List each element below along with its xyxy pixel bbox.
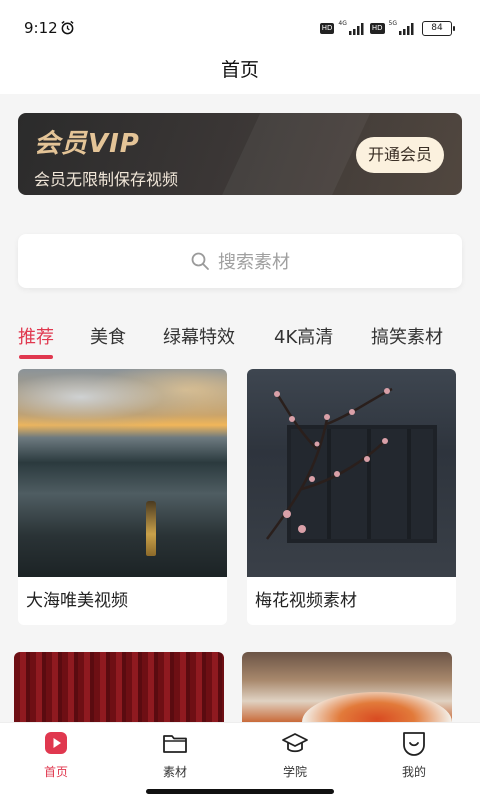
tab-4k[interactable]: 4K高清 — [274, 323, 333, 349]
nav-label: 学院 — [282, 765, 307, 779]
search-icon — [191, 252, 209, 270]
open-membership-button[interactable]: 开通会员 — [356, 137, 444, 173]
home-indicator — [146, 789, 334, 794]
tab-food[interactable]: 美食 — [90, 323, 126, 349]
network-type-label: 5G — [388, 20, 397, 27]
nav-label: 我的 — [401, 765, 426, 779]
signal-icon — [399, 22, 414, 35]
page-title: 首页 — [220, 59, 259, 81]
card-thumbnail — [18, 369, 227, 577]
active-tab-indicator — [19, 355, 53, 359]
nav-label: 首页 — [43, 765, 68, 779]
tab-funny[interactable]: 搞笑素材 — [371, 323, 443, 349]
status-bar: 9:12 HD 4G HD 5G 84 — [0, 0, 480, 50]
nav-label: 素材 — [162, 765, 187, 779]
thumbnail-bottle — [146, 501, 156, 556]
vip-banner[interactable]: 会员VIP 会员无限制保存视频 开通会员 — [18, 113, 462, 195]
card-thumbnail — [247, 369, 456, 577]
thumbnail-plum-branch — [265, 387, 393, 540]
nav-item-materials[interactable]: 素材 — [145, 729, 205, 780]
thumbnail-clouds — [18, 369, 227, 439]
tab-recommend[interactable]: 推荐 — [18, 323, 54, 349]
status-indicators: HD 4G HD 5G 84 — [319, 20, 455, 36]
hd-badge: HD — [369, 22, 385, 34]
alarm-icon — [61, 20, 74, 35]
status-time: 9:12 — [24, 19, 58, 37]
battery-indicator: 84 — [422, 20, 455, 36]
tab-green-screen[interactable]: 绿幕特效 — [163, 323, 235, 349]
thumbnail-dish — [302, 692, 452, 722]
play-icon — [45, 732, 67, 754]
card-title: 大海唯美视频 — [26, 591, 128, 611]
hd-badge: HD — [319, 22, 335, 34]
video-card[interactable] — [14, 652, 224, 722]
video-card[interactable]: 大海唯美视频 — [18, 369, 227, 625]
banner-decoration — [204, 113, 380, 195]
nav-item-home[interactable]: 首页 — [26, 729, 86, 780]
vip-subtitle: 会员无限制保存视频 — [34, 170, 179, 189]
card-thumbnail — [242, 652, 452, 722]
graduation-cap-icon — [282, 733, 308, 753]
card-thumbnail — [14, 652, 224, 722]
nav-item-profile[interactable]: 我的 — [384, 729, 444, 780]
title-bar: 首页 — [0, 50, 480, 94]
signal-icon — [348, 22, 364, 35]
search-bar[interactable]: 搜索素材 — [18, 234, 462, 288]
category-tabs: 推荐 美食 绿幕特效 4K高清 搞笑素材 — [0, 320, 480, 360]
card-title: 梅花视频素材 — [255, 591, 357, 611]
nav-item-academy[interactable]: 学院 — [265, 729, 325, 780]
folder-icon — [163, 735, 187, 753]
video-card[interactable]: 梅花视频素材 — [247, 369, 456, 625]
search-placeholder: 搜索素材 — [218, 252, 290, 273]
smile-icon — [403, 732, 425, 756]
vip-title: 会员VIP — [34, 129, 140, 159]
network-type-label: 4G — [338, 20, 347, 27]
video-card[interactable] — [242, 652, 452, 722]
